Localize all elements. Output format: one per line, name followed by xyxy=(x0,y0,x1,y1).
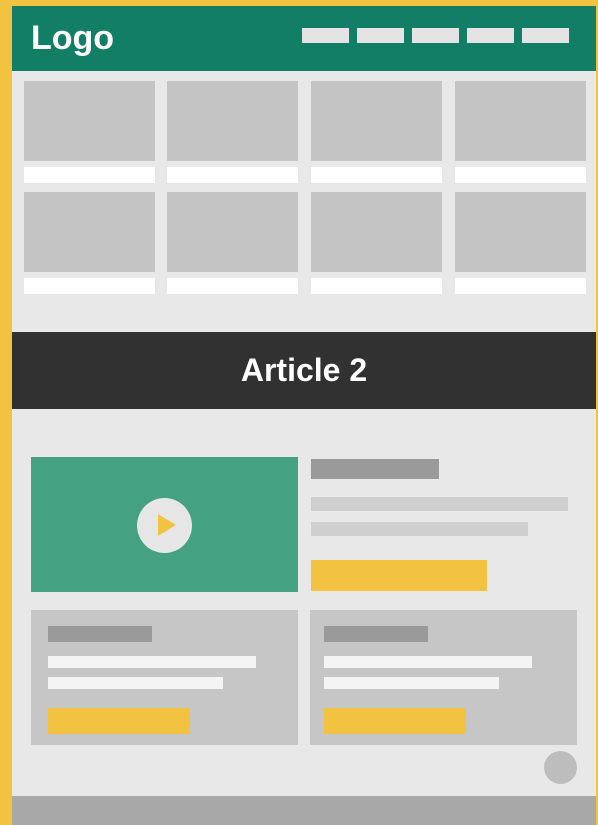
feature-cta-button[interactable] xyxy=(311,560,487,591)
card-heading-placeholder xyxy=(324,626,428,642)
nav-item-4[interactable] xyxy=(467,28,514,43)
thumbnail-caption xyxy=(24,278,155,294)
thumbnail-caption xyxy=(455,278,586,294)
video-player[interactable] xyxy=(31,457,298,592)
thumbnail-image xyxy=(311,192,442,272)
feature-text-block xyxy=(311,459,573,596)
nav-item-3[interactable] xyxy=(412,28,459,43)
nav-item-2[interactable] xyxy=(357,28,404,43)
thumbnail-grid xyxy=(24,81,586,301)
feature-text-line xyxy=(311,497,568,511)
thumbnail-caption xyxy=(311,278,442,294)
thumbnail-image xyxy=(24,192,155,272)
thumbnail-card[interactable] xyxy=(24,81,155,183)
thumbnail-image xyxy=(167,81,298,161)
thumbnail-card[interactable] xyxy=(311,81,442,183)
content-card-right xyxy=(310,610,577,745)
nav-item-1[interactable] xyxy=(302,28,349,43)
thumbnail-caption xyxy=(24,167,155,183)
thumbnail-card[interactable] xyxy=(24,192,155,294)
thumbnail-image xyxy=(455,81,586,161)
card-heading-placeholder xyxy=(48,626,152,642)
thumbnail-card[interactable] xyxy=(455,192,586,294)
card-text-line xyxy=(324,677,499,689)
card-text-line xyxy=(48,656,256,668)
feature-heading-placeholder xyxy=(311,459,439,479)
article-title: Article 2 xyxy=(240,352,368,388)
scroll-to-top-button[interactable] xyxy=(544,751,577,784)
main-nav xyxy=(302,28,569,43)
thumbnail-card[interactable] xyxy=(311,192,442,294)
site-header: Logo xyxy=(12,6,596,71)
thumbnail-card[interactable] xyxy=(167,192,298,294)
card-text-line xyxy=(48,677,223,689)
logo[interactable]: Logo xyxy=(31,16,114,60)
thumbnail-card[interactable] xyxy=(455,81,586,183)
article-banner: Article 2 xyxy=(12,332,596,409)
thumbnail-caption xyxy=(311,167,442,183)
content-card-left xyxy=(31,610,298,745)
play-icon xyxy=(158,514,176,536)
card-cta-button[interactable] xyxy=(324,708,466,734)
nav-item-5[interactable] xyxy=(522,28,569,43)
thumbnail-caption xyxy=(455,167,586,183)
website-wireframe: Logo Article 2 xyxy=(12,6,596,825)
thumbnail-image xyxy=(24,81,155,161)
feature-text-line xyxy=(311,522,528,536)
play-button[interactable] xyxy=(137,498,192,553)
thumbnail-caption xyxy=(167,278,298,294)
thumbnail-caption xyxy=(167,167,298,183)
site-footer xyxy=(12,796,596,825)
card-cta-button[interactable] xyxy=(48,708,190,734)
thumbnail-image xyxy=(455,192,586,272)
thumbnail-card[interactable] xyxy=(167,81,298,183)
thumbnail-image xyxy=(167,192,298,272)
card-text-line xyxy=(324,656,532,668)
thumbnail-image xyxy=(311,81,442,161)
